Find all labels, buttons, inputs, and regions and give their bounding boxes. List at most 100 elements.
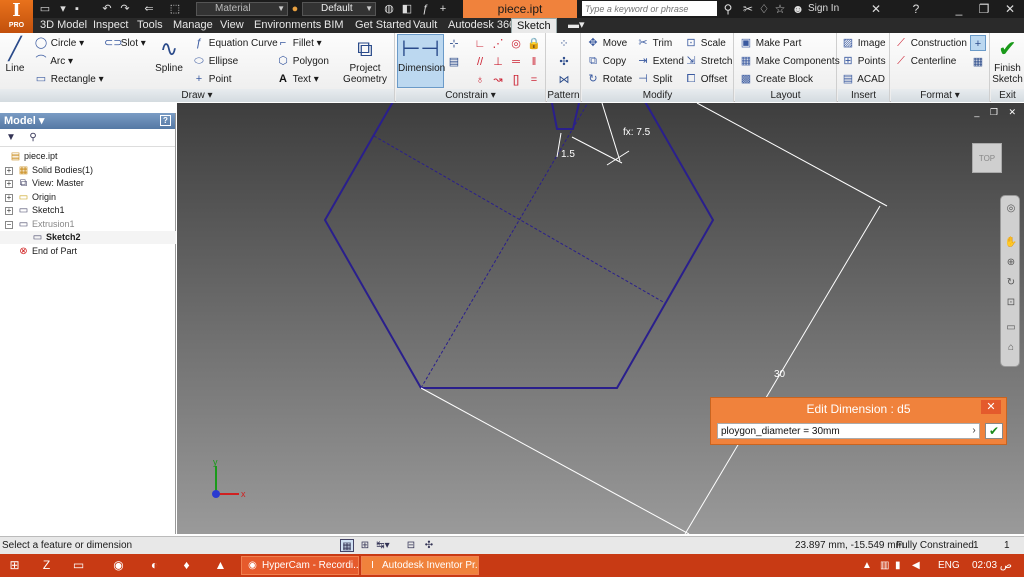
show-constraints-icon[interactable]: ▤ — [446, 54, 462, 70]
vlc-icon[interactable]: ▲ — [212, 557, 229, 574]
filezilla-icon[interactable]: Z — [38, 557, 55, 574]
subscription-icon[interactable]: ♢ — [756, 1, 772, 17]
tray-app-icon[interactable]: ▥ — [880, 558, 889, 573]
expand-icon[interactable]: + — [5, 180, 13, 188]
fillet-dropdown[interactable]: ⌐ Fillet ▾ — [276, 36, 322, 51]
coincident-icon[interactable]: ∟ — [472, 36, 488, 52]
browser-title[interactable]: Model — [4, 115, 36, 127]
stretch-button[interactable]: ⇲ Stretch — [684, 54, 732, 69]
point-button[interactable]: + Point — [192, 72, 232, 87]
circular-pattern-icon[interactable]: ✣ — [556, 54, 572, 70]
parallel-icon[interactable]: // — [472, 54, 488, 70]
image-button[interactable]: ▨ Image — [841, 36, 886, 51]
user-icon[interactable]: ☻ — [790, 1, 806, 17]
network-icon[interactable]: ▮ — [895, 558, 901, 573]
app-menu-button[interactable]: I PRO — [0, 0, 33, 33]
show-dof-icon[interactable]: ⊟ — [404, 539, 418, 552]
taskbar-task-inventor[interactable]: I Autodesk Inventor Pr... — [361, 556, 479, 575]
volume-icon[interactable]: ◀ — [912, 558, 920, 573]
expand-icon[interactable]: + — [5, 193, 13, 202]
firefox-icon[interactable]: ◉ — [110, 557, 127, 574]
collinear-icon[interactable]: ⋰ — [490, 36, 506, 52]
vertical-icon[interactable]: ‖ — [526, 54, 542, 70]
polygon-button[interactable]: ⬡ Polygon — [276, 54, 329, 69]
language-indicator[interactable]: ENG — [938, 558, 960, 573]
search-input[interactable] — [582, 1, 717, 16]
tree-item[interactable]: ▭ Sketch2 — [0, 231, 176, 244]
viewcube[interactable]: TOP — [972, 143, 1002, 173]
redo-icon[interactable]: ↷ — [118, 2, 132, 16]
symmetric-icon[interactable]: [] — [508, 72, 524, 88]
project-geometry-button[interactable]: ⧉ Project Geometry — [342, 35, 388, 85]
constraint-inference-icon[interactable]: ⊞ — [358, 539, 372, 552]
trim-button[interactable]: ✂ Trim — [636, 36, 672, 51]
app-icon[interactable]: ◐ — [146, 557, 163, 574]
return-icon[interactable]: ⇐ — [142, 2, 156, 16]
appearance-icon[interactable]: ● — [288, 2, 302, 16]
scale-button[interactable]: ⊡ Scale — [684, 36, 725, 51]
extend-button[interactable]: ⇥ Extend — [636, 54, 684, 69]
horizontal-icon[interactable]: ═ — [508, 54, 524, 70]
split-button[interactable]: ⊣ Split — [636, 72, 672, 87]
text-button[interactable]: A Text ▾ — [276, 72, 319, 87]
draw-panel-title[interactable]: Draw ▾ — [0, 89, 394, 102]
sketch-canvas[interactable]: fx: 7.5 1.5 30 y x — [177, 103, 1024, 534]
mirror-icon[interactable]: ⋈ — [556, 72, 572, 88]
ellipse-button[interactable]: ⬭ Ellipse — [192, 54, 238, 69]
open-file-icon[interactable]: ▾ — [56, 2, 70, 16]
expand-icon[interactable]: + — [5, 207, 13, 215]
close-button[interactable]: ✕ — [998, 0, 1022, 18]
grid-snap-icon[interactable]: ▦ — [340, 539, 354, 552]
acad-button[interactable]: ▤ ACAD — [841, 72, 885, 87]
tab-view[interactable]: View — [215, 18, 249, 33]
zoom-all-icon[interactable]: ⊡ — [1004, 296, 1018, 310]
make-part-button[interactable]: ▣ Make Part — [739, 36, 802, 51]
function-icon[interactable]: ƒ — [418, 2, 432, 16]
zoom-icon[interactable]: ⊕ — [1004, 256, 1018, 270]
help-icon[interactable]: ? — [908, 1, 924, 17]
tab-bim[interactable]: BIM — [319, 18, 349, 33]
undo-icon[interactable]: ↶ — [100, 2, 114, 16]
measure-icon[interactable]: ◧ — [400, 2, 414, 16]
fillet-button[interactable]: ƒ Equation Curve — [192, 36, 278, 51]
favorites-icon[interactable]: ☆ — [772, 1, 788, 17]
update-icon[interactable]: ◍ — [382, 2, 396, 16]
ribbon-options-icon[interactable]: ▬▾ — [563, 18, 590, 33]
appearance-combo[interactable]: Default ▼ — [302, 2, 376, 16]
tree-item[interactable]: ⊗ End of Part — [0, 245, 176, 258]
select-icon[interactable]: ⬚ — [168, 2, 182, 16]
rectangle-button[interactable]: ▭ Rectangle ▾ — [34, 72, 104, 87]
graphics-viewport[interactable]: fx: 7.5 1.5 30 y x _ ❐ ✕ TOP ◎ ✋ ⊕ ↻ ⊡ ▭… — [177, 103, 1024, 534]
tab-vault[interactable]: Vault — [408, 18, 442, 33]
exchange-icon[interactable]: ✕ — [868, 1, 884, 17]
orbit-icon[interactable]: ↻ — [1004, 276, 1018, 290]
constrain-panel-title[interactable]: Constrain ▾ — [396, 89, 545, 102]
dimension-button[interactable]: ⊢⊣ Dimension — [397, 34, 445, 88]
tab-sketch[interactable]: Sketch — [511, 18, 557, 33]
points-button[interactable]: ⊞ Points — [841, 54, 885, 69]
make-components-button[interactable]: ▦ Make Components — [739, 54, 840, 69]
new-file-icon[interactable]: ▭ — [38, 2, 52, 16]
expand-icon[interactable]: + — [5, 166, 13, 175]
tree-item[interactable]: + ⧉ View: Master — [0, 177, 176, 190]
tab-inspect[interactable]: Inspect — [88, 18, 133, 33]
paint-icon[interactable]: ♦ — [178, 557, 195, 574]
tab-get-started[interactable]: Get Started — [350, 18, 416, 33]
navigation-bar[interactable]: ◎ ✋ ⊕ ↻ ⊡ ▭ ⌂ — [1000, 195, 1020, 367]
minimize-button[interactable]: _ — [947, 0, 971, 18]
material-combo[interactable]: Material ▼ — [196, 2, 288, 16]
tree-item[interactable]: − ▭ Extrusion1 — [0, 218, 176, 231]
start-icon[interactable]: ⊞ — [6, 557, 23, 574]
circle-button[interactable]: ◯ Circle ▾ — [34, 36, 84, 51]
arc-button[interactable]: ⌒ Arc ▾ — [34, 54, 74, 69]
move-button[interactable]: ✥ Move — [586, 36, 627, 51]
tab-3d-model[interactable]: 3D Model — [35, 18, 92, 33]
plus-icon[interactable]: + — [436, 2, 450, 16]
look-at-icon[interactable]: ▭ — [1004, 321, 1018, 335]
viewport-window-controls[interactable]: _ ❐ ✕ — [974, 107, 1020, 118]
collapse-icon[interactable]: − — [5, 220, 13, 229]
copy-button[interactable]: ⧉ Copy — [586, 54, 626, 69]
tree-item[interactable]: + ▦ Solid Bodies(1) — [0, 164, 176, 177]
binoculars-icon[interactable]: ⚲ — [720, 1, 736, 17]
show-format-icon[interactable]: ▦ — [970, 54, 986, 70]
